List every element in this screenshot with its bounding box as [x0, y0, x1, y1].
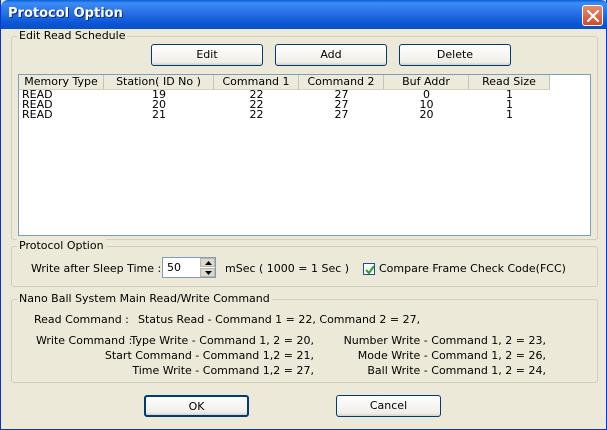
number-write-text: Number Write - Command 1, 2 = 23,	[343, 334, 546, 347]
edit-read-schedule-label: Edit Read Schedule	[17, 29, 128, 42]
fcc-checkbox[interactable]	[363, 263, 375, 275]
close-icon	[587, 10, 599, 22]
cell-command-2: 27	[334, 108, 349, 121]
arrow-down-icon	[205, 271, 212, 275]
sleep-time-label: Write after Sleep Time :	[31, 262, 162, 275]
ok-button[interactable]: OK	[144, 395, 249, 417]
window-title: Protocol Option	[8, 6, 123, 21]
cell-station: 21	[152, 108, 166, 121]
sleep-unit-label: mSec ( 1000 = 1 Sec )	[225, 262, 350, 275]
table-row[interactable]: READ 21 22 27 20 1	[19, 108, 590, 121]
arrow-up-icon	[205, 261, 212, 265]
write-command-label: Write Command :	[36, 334, 133, 347]
spin-buttons	[200, 258, 215, 277]
protocol-option-dialog: Protocol Option Edit Read Schedule Edit …	[0, 0, 607, 430]
protocol-option-label: Protocol Option	[17, 239, 106, 252]
add-button[interactable]: Add	[275, 44, 387, 66]
spin-up-button[interactable]	[200, 258, 215, 267]
delete-button[interactable]: Delete	[399, 44, 511, 66]
nano-ball-command-label: Nano Ball System Main Read/Write Command	[17, 292, 272, 305]
cell-read-size: 1	[506, 108, 513, 121]
read-command-text: Status Read - Command 1 = 22, Command 2 …	[138, 313, 421, 326]
time-write-text: Time Write - Command 1,2 = 27,	[132, 364, 314, 377]
checkmark-icon	[365, 265, 375, 275]
fcc-label[interactable]: Compare Frame Check Code(FCC)	[379, 262, 566, 275]
edit-button[interactable]: Edit	[151, 44, 263, 66]
schedule-list[interactable]: Memory Type Station( ID No ) Command 1 C…	[18, 74, 591, 236]
type-write-text: Type Write - Command 1, 2 = 20,	[130, 334, 315, 347]
sleep-time-value[interactable]: 50	[167, 261, 181, 274]
cell-buf-addr: 20	[419, 108, 434, 121]
table-row[interactable]: READ 20 22 27 10 1	[19, 99, 590, 110]
spin-down-button[interactable]	[200, 268, 215, 277]
cancel-button[interactable]: Cancel	[336, 395, 441, 417]
cell-memory-type: READ	[22, 108, 53, 121]
cell-command-1: 22	[249, 108, 264, 121]
ball-write-text: Ball Write - Command 1, 2 = 24,	[367, 364, 546, 377]
close-button[interactable]	[582, 5, 603, 26]
read-command-label: Read Command :	[34, 313, 129, 326]
mode-write-text: Mode Write - Command 1, 2 = 26,	[357, 349, 546, 362]
start-command-text: Start Command - Command 1,2 = 21,	[104, 349, 314, 362]
title-bar[interactable]: Protocol Option	[1, 0, 607, 29]
list-header: Memory Type Station( ID No ) Command 1 C…	[19, 75, 590, 90]
sleep-time-stepper[interactable]: 50	[162, 257, 216, 278]
table-row[interactable]: READ 19 22 27 0 1	[19, 89, 590, 100]
